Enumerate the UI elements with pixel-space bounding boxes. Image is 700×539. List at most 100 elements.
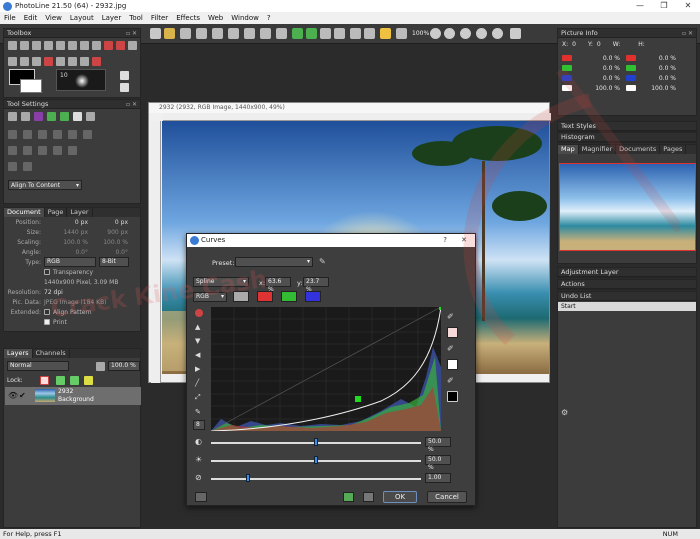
black-eyedropper-icon[interactable]: ✐ [447, 312, 458, 321]
brightness-value[interactable]: 50.0 % [425, 455, 451, 471]
crop-tool-icon[interactable] [56, 41, 65, 50]
gray-point-swatch[interactable] [447, 359, 458, 370]
undo-icon[interactable] [350, 28, 361, 39]
cancel-button[interactable]: Cancel [427, 491, 467, 503]
transparency-checkbox[interactable] [44, 269, 50, 275]
arrow-right-icon[interactable]: ▶ [195, 365, 203, 373]
text-tool-icon[interactable] [92, 41, 101, 50]
lock-transparency-icon[interactable] [40, 376, 49, 385]
zoom-page-icon[interactable] [476, 28, 487, 39]
print-preview-icon[interactable] [276, 28, 287, 39]
zoom-tool-icon[interactable] [92, 57, 101, 66]
pointer-icon[interactable] [73, 112, 82, 121]
layer-paste-icon[interactable] [306, 28, 317, 39]
distribute-left-icon[interactable] [38, 146, 47, 155]
select-tool-icon[interactable] [20, 41, 29, 50]
align-right-icon[interactable] [38, 130, 47, 139]
menu-window[interactable]: Window [227, 14, 263, 22]
space-h-icon[interactable] [8, 162, 17, 171]
arrow-up-icon[interactable]: ▲ [195, 323, 203, 331]
layer-check-icon[interactable]: ✔ [19, 391, 26, 400]
menu-file[interactable]: File [0, 14, 20, 22]
brush-tool-icon[interactable] [68, 41, 77, 50]
save-icon[interactable] [180, 28, 191, 39]
tab-map[interactable]: Map [558, 145, 579, 154]
menu-layer[interactable]: Layer [98, 14, 126, 22]
gamma-track[interactable] [211, 478, 421, 480]
restore-button[interactable]: ❐ [652, 0, 676, 12]
menu-effects[interactable]: Effects [172, 14, 204, 22]
distribute-h-icon[interactable] [8, 146, 17, 155]
mode-icon-1[interactable] [8, 112, 17, 121]
curve-point-tool-icon[interactable] [195, 309, 203, 317]
lock-pixels-icon[interactable] [56, 376, 65, 385]
visibility-eye-icon[interactable]: 👁 [8, 391, 18, 400]
save-preset-icon[interactable]: ✎ [319, 257, 326, 266]
minimize-button[interactable]: — [628, 0, 652, 12]
zoom-full-icon[interactable] [492, 28, 503, 39]
zoom-100[interactable]: 100% [412, 30, 429, 37]
tab-layer[interactable]: Layer [67, 208, 93, 217]
open-folder-icon[interactable] [164, 28, 175, 39]
curve-graph[interactable] [211, 307, 441, 431]
reset-icon[interactable] [363, 492, 374, 502]
lock-all-icon[interactable] [84, 376, 93, 385]
align-to-select[interactable]: Align To Content ▾ [8, 180, 82, 190]
menu-view[interactable]: View [41, 14, 66, 22]
mode-icon-2[interactable] [21, 112, 30, 121]
distribute-v-icon[interactable] [23, 146, 32, 155]
reset-colors-icon[interactable] [120, 83, 129, 92]
horizontal-ruler[interactable] [163, 113, 551, 121]
mode-icon-5[interactable] [60, 112, 69, 121]
lasso-tool-icon[interactable] [32, 41, 41, 50]
move-tool-icon[interactable] [8, 41, 17, 50]
redo-icon[interactable] [364, 28, 375, 39]
swap-colors-icon[interactable] [120, 71, 129, 80]
wand-tool-icon[interactable] [44, 41, 53, 50]
print-checkbox[interactable] [44, 319, 50, 325]
eraser-tool-icon[interactable] [80, 41, 89, 50]
ok-button[interactable]: OK [383, 491, 417, 503]
vertical-ruler[interactable] [151, 121, 161, 383]
help-button[interactable]: ? [443, 234, 447, 247]
x-field[interactable]: 63.6 % [265, 277, 291, 293]
duplicate-icon[interactable] [334, 28, 345, 39]
opacity-field[interactable]: 100.0 % [108, 361, 140, 371]
menu-layout[interactable]: Layout [66, 14, 98, 22]
redeye-tool-icon[interactable] [44, 57, 53, 66]
distribute-right-icon[interactable] [53, 146, 62, 155]
brightness-knob[interactable] [314, 456, 318, 464]
dialog-close-button[interactable]: ✕ [461, 234, 467, 247]
histogram-header[interactable]: Histogram [558, 133, 696, 142]
new-document-icon[interactable] [150, 28, 161, 39]
contrast-knob[interactable] [314, 438, 318, 446]
menu-filter[interactable]: Filter [147, 14, 172, 22]
tab-channels[interactable]: Channels [33, 349, 70, 358]
white-eyedropper-icon[interactable]: ✐ [447, 376, 458, 385]
eyedropper-tool-icon[interactable] [68, 57, 77, 66]
align-bottom-icon[interactable] [83, 130, 92, 139]
contrast-value[interactable]: 50.0 % [425, 437, 451, 453]
clone-tool-icon[interactable] [8, 57, 17, 66]
channel-blue-icon[interactable] [305, 291, 321, 302]
tab-documents[interactable]: Documents [616, 145, 661, 154]
align-center-icon[interactable] [23, 130, 32, 139]
bits-select[interactable]: 8-Bit [99, 257, 129, 267]
window-icon[interactable] [510, 28, 521, 39]
curve-control-point[interactable] [355, 396, 361, 402]
space-v-icon[interactable] [23, 162, 32, 171]
black-point-swatch[interactable] [447, 327, 458, 338]
zoom-fit-icon[interactable] [460, 28, 471, 39]
tab-page[interactable]: Page [45, 208, 68, 217]
align-middle-icon[interactable] [68, 130, 77, 139]
menu-help[interactable]: ? [263, 14, 275, 22]
actions-header[interactable]: Actions [558, 280, 696, 289]
tab-magnifier[interactable]: Magnifier [579, 145, 617, 154]
gamma-value[interactable]: 1.00 [425, 473, 451, 483]
crop-icon[interactable] [244, 28, 255, 39]
adjustment-layer-header[interactable]: Adjustment Layer [558, 268, 696, 277]
curve-page-field[interactable]: 8 [193, 420, 205, 430]
line-tool-icon[interactable] [116, 41, 125, 50]
layer-copy-icon[interactable] [292, 28, 303, 39]
menu-tool[interactable]: Tool [125, 14, 147, 22]
